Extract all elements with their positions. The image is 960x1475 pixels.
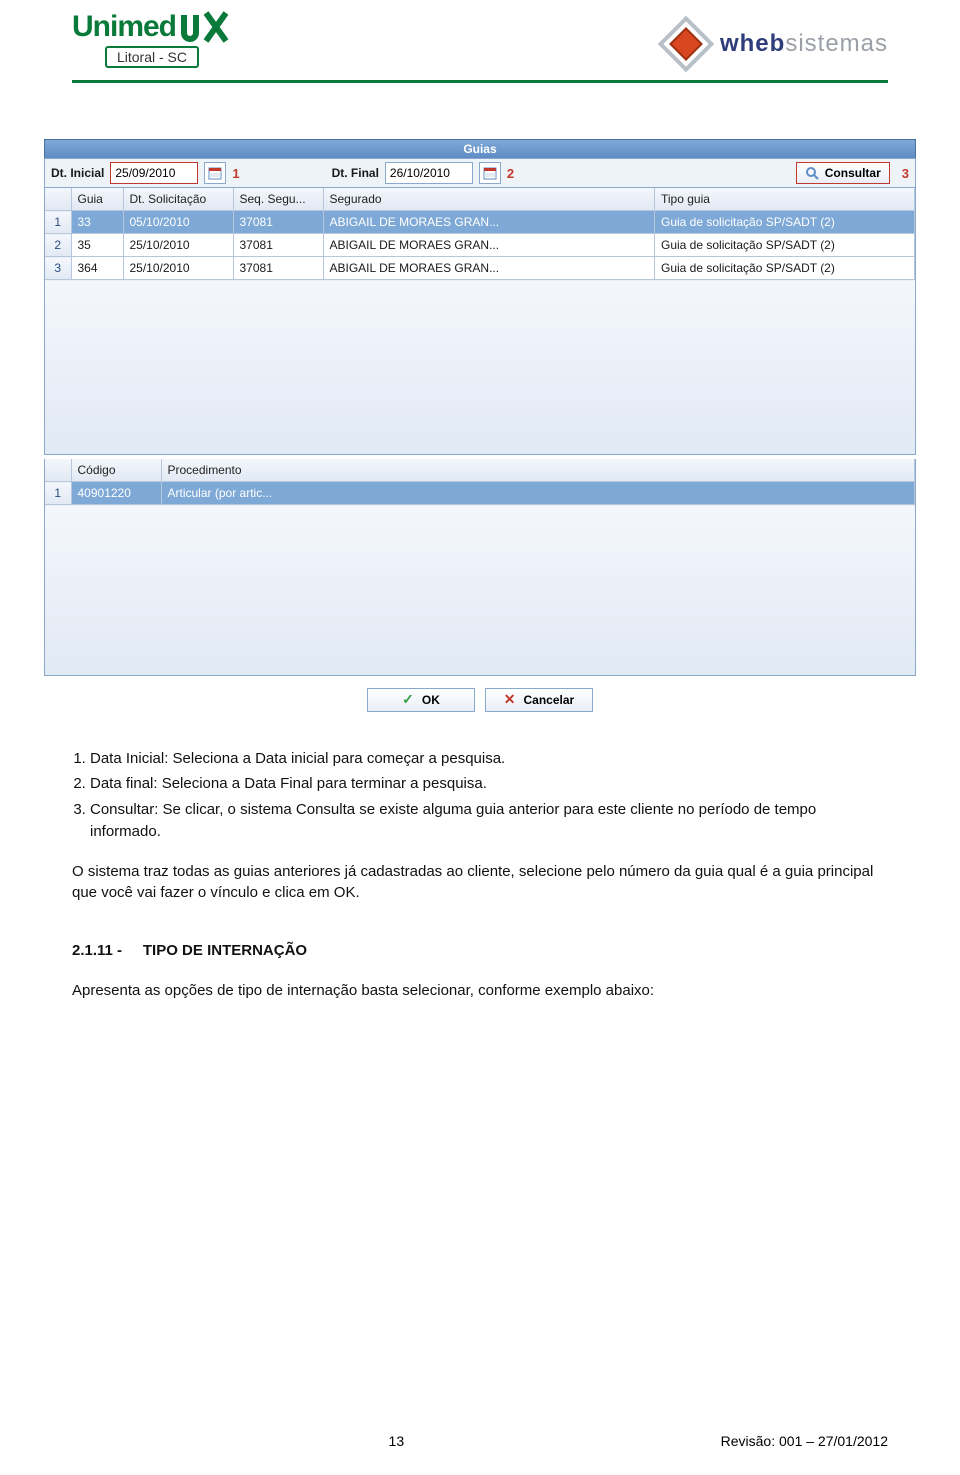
input-dt-inicial[interactable] — [110, 162, 198, 184]
label-dt-final: Dt. Final — [332, 166, 379, 180]
step-3: Consultar: Se clicar, o sistema Consulta… — [90, 799, 888, 843]
cell-proc: Articular (por artic... — [161, 482, 915, 505]
col-rownum[interactable] — [45, 188, 71, 211]
col-codigo[interactable]: Código — [71, 459, 161, 482]
cell-n: 1 — [45, 482, 71, 505]
wheb-logo: whebsistemas — [658, 10, 888, 72]
top-grid[interactable]: Guia Dt. Solicitação Seq. Segu... Segura… — [44, 188, 916, 455]
cell-tipo: Guia de solicitação SP/SADT (2) — [655, 211, 915, 234]
wheb-diamond-icon — [658, 16, 714, 72]
dialog-titlebar: Guias — [44, 139, 916, 158]
cell-dt: 25/10/2010 — [123, 234, 233, 257]
paragraph-note: O sistema traz todas as guias anteriores… — [72, 861, 888, 905]
cell-seq: 37081 — [233, 257, 323, 280]
bottom-grid[interactable]: Código Procedimento 140901220Articular (… — [44, 459, 916, 676]
cell-n: 1 — [45, 211, 71, 234]
filter-bar: Dt. Inicial 1 Dt. Final 2 Consultar 3 — [44, 158, 916, 188]
step-1: Data Inicial: Seleciona a Data inicial p… — [90, 748, 888, 770]
col-tipo-guia[interactable]: Tipo guia — [655, 188, 915, 211]
cell-guia: 35 — [71, 234, 123, 257]
col-rownum[interactable] — [45, 459, 71, 482]
label-dt-inicial: Dt. Inicial — [51, 166, 104, 180]
cell-seg: ABIGAIL DE MORAES GRAN... — [323, 211, 655, 234]
col-segurado[interactable]: Segurado — [323, 188, 655, 211]
close-icon: ✕ — [504, 691, 516, 708]
table-row[interactable]: 23525/10/201037081ABIGAIL DE MORAES GRAN… — [45, 234, 915, 257]
revision-text: Revisão: 001 – 27/01/2012 — [721, 1433, 888, 1449]
guias-dialog: Guias Dt. Inicial 1 Dt. Final 2 Consulta… — [44, 139, 916, 676]
cell-n: 2 — [45, 234, 71, 257]
cancel-label: Cancelar — [524, 693, 575, 707]
wheb-text-blue: wheb — [720, 30, 785, 58]
header-divider — [72, 80, 888, 83]
table-row[interactable]: 336425/10/201037081ABIGAIL DE MORAES GRA… — [45, 257, 915, 280]
calendar-icon[interactable] — [204, 162, 226, 184]
cell-seq: 37081 — [233, 211, 323, 234]
col-dt-solic[interactable]: Dt. Solicitação — [123, 188, 233, 211]
document-body: Data Inicial: Seleciona a Data inicial p… — [72, 748, 888, 1002]
ok-label: OK — [422, 693, 440, 707]
col-guia[interactable]: Guia — [71, 188, 123, 211]
wheb-text-gray: sistemas — [785, 30, 888, 58]
annotation-2: 2 — [507, 166, 514, 181]
step-2: Data final: Seleciona a Data Final para … — [90, 773, 888, 795]
table-row[interactable]: 13305/10/201037081ABIGAIL DE MORAES GRAN… — [45, 211, 915, 234]
cell-cod: 40901220 — [71, 482, 161, 505]
table-row[interactable]: 140901220Articular (por artic... — [45, 482, 915, 505]
page-number: 13 — [389, 1433, 405, 1449]
cell-seg: ABIGAIL DE MORAES GRAN... — [323, 257, 655, 280]
unimed-symbol-icon — [180, 11, 232, 43]
cell-tipo: Guia de solicitação SP/SADT (2) — [655, 257, 915, 280]
check-icon: ✓ — [402, 691, 414, 708]
annotation-1: 1 — [232, 166, 239, 181]
col-procedimento[interactable]: Procedimento — [161, 459, 915, 482]
cell-guia: 364 — [71, 257, 123, 280]
unimed-sub-text: Litoral - SC — [105, 46, 199, 68]
cell-dt: 05/10/2010 — [123, 211, 233, 234]
ok-button[interactable]: ✓ OK — [367, 688, 475, 712]
annotation-3: 3 — [902, 166, 909, 181]
consultar-label: Consultar — [825, 166, 881, 180]
cell-n: 3 — [45, 257, 71, 280]
section-heading: 2.1.11 - TIPO DE INTERNAÇÃO — [72, 940, 888, 962]
input-dt-final[interactable] — [385, 162, 473, 184]
cell-seq: 37081 — [233, 234, 323, 257]
cell-dt: 25/10/2010 — [123, 257, 233, 280]
col-seq-segu[interactable]: Seq. Segu... — [233, 188, 323, 211]
cell-guia: 33 — [71, 211, 123, 234]
unimed-brand-text: Unimed — [72, 10, 176, 44]
cell-tipo: Guia de solicitação SP/SADT (2) — [655, 234, 915, 257]
consultar-button[interactable]: Consultar — [796, 162, 890, 184]
calendar-icon[interactable] — [479, 162, 501, 184]
search-icon — [805, 166, 819, 180]
cell-seg: ABIGAIL DE MORAES GRAN... — [323, 234, 655, 257]
cancel-button[interactable]: ✕ Cancelar — [485, 688, 593, 712]
unimed-logo: Unimed Litoral - SC — [72, 10, 232, 68]
paragraph-2: Apresenta as opções de tipo de internaçã… — [72, 980, 888, 1002]
